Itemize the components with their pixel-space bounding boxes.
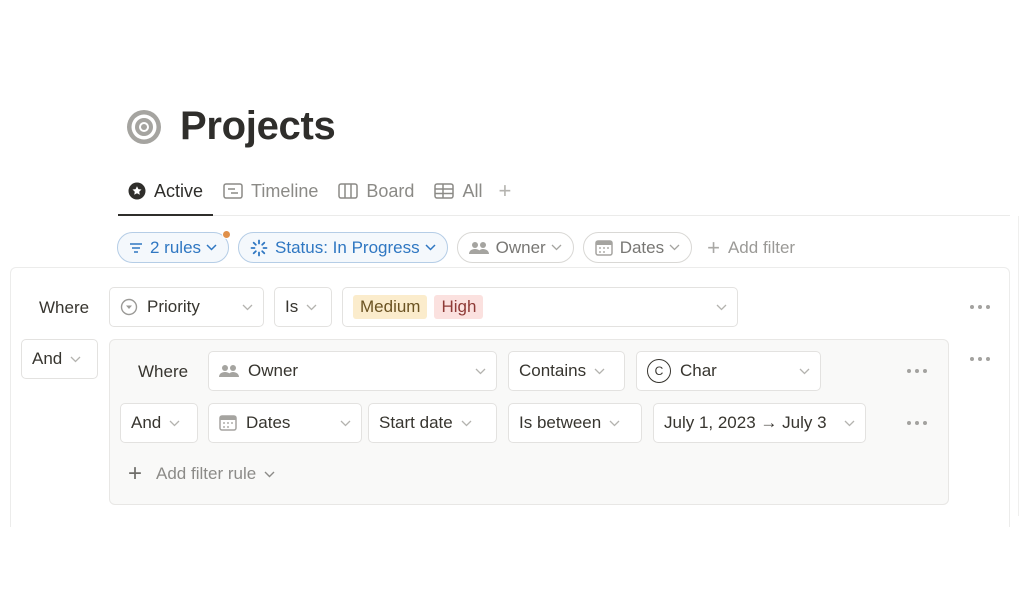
add-filter-button[interactable]: + Add filter bbox=[707, 235, 795, 261]
tag-high: High bbox=[434, 295, 484, 319]
operator-select[interactable]: Is bbox=[274, 287, 332, 327]
calendar-icon bbox=[594, 239, 613, 256]
add-filter-rule-button[interactable]: + Add filter rule bbox=[128, 462, 275, 486]
panel-divider bbox=[1018, 216, 1019, 516]
plus-icon: + bbox=[707, 234, 720, 260]
contains-operator-select[interactable]: Contains bbox=[508, 351, 625, 391]
conjunction-label: And bbox=[131, 413, 162, 432]
property-label: Priority bbox=[147, 297, 200, 316]
priority-values-select[interactable]: Medium High bbox=[342, 287, 738, 327]
dates-property-select[interactable]: Dates bbox=[208, 403, 362, 443]
chevron-down-icon bbox=[799, 368, 810, 375]
filter-lines-icon bbox=[129, 242, 143, 254]
property-label: Dates bbox=[246, 413, 291, 432]
table-icon bbox=[434, 183, 455, 199]
page-header: Projects bbox=[125, 104, 336, 149]
avatar: C bbox=[647, 359, 671, 383]
chip-label: 2 rules bbox=[150, 237, 202, 257]
operator-label: Contains bbox=[519, 361, 587, 380]
dates-chip[interactable]: Dates bbox=[582, 232, 693, 263]
date-range-label: July 1, 2023 → July 3 bbox=[664, 413, 827, 432]
group-more-button[interactable] bbox=[967, 351, 993, 367]
value-label: Char bbox=[680, 361, 717, 380]
board-icon bbox=[338, 183, 359, 199]
timeline-icon bbox=[223, 183, 243, 199]
chevron-down-icon bbox=[306, 304, 317, 311]
chip-label: Dates bbox=[619, 237, 665, 257]
tag-medium: Medium bbox=[353, 295, 428, 319]
chevron-down-icon bbox=[609, 420, 620, 427]
chevron-down-icon bbox=[425, 244, 436, 251]
tab-timeline[interactable]: Timeline bbox=[213, 172, 328, 210]
tab-board[interactable]: Board bbox=[328, 172, 424, 210]
where-label: Where bbox=[39, 298, 90, 317]
chevron-down-icon bbox=[169, 420, 180, 427]
rule-more-button[interactable] bbox=[967, 299, 993, 315]
conjunction-label: And bbox=[32, 349, 63, 368]
property-label: Owner bbox=[248, 361, 299, 380]
chevron-down-icon bbox=[264, 471, 275, 478]
owner-value-select[interactable]: C Char bbox=[636, 351, 821, 391]
tab-label: Timeline bbox=[251, 180, 319, 201]
rule-more-button[interactable] bbox=[904, 363, 930, 379]
conjunction-select[interactable]: And bbox=[21, 339, 98, 379]
chevron-down-icon bbox=[242, 304, 253, 311]
tab-all[interactable]: All bbox=[424, 172, 492, 210]
chevron-down-icon bbox=[594, 368, 605, 375]
chip-label: Owner bbox=[495, 237, 546, 257]
tab-label: Active bbox=[154, 180, 204, 201]
star-circle-icon bbox=[128, 182, 146, 200]
select-property-icon bbox=[120, 298, 138, 316]
subproperty-label: Start date bbox=[379, 413, 453, 432]
chevron-down-icon bbox=[70, 356, 81, 363]
filter-bar: 2 rules Status: In Progress Owner Dates … bbox=[117, 230, 795, 263]
filter-group: Where Owner Contains C Char And Dates St… bbox=[109, 339, 949, 505]
chevron-down-icon bbox=[844, 420, 855, 427]
tab-label: Board bbox=[366, 180, 415, 201]
calendar-icon bbox=[219, 415, 237, 431]
add-view-button[interactable]: + bbox=[492, 172, 517, 210]
priority-property-select[interactable]: Priority bbox=[109, 287, 264, 327]
start-date-select[interactable]: Start date bbox=[368, 403, 497, 443]
chevron-down-icon bbox=[551, 244, 562, 251]
add-rule-label: Add filter rule bbox=[156, 464, 257, 483]
advanced-filter-panel: Where Priority Is Medium High And Where bbox=[10, 267, 1010, 527]
status-chip[interactable]: Status: In Progress bbox=[238, 232, 448, 263]
chevron-down-icon bbox=[716, 304, 727, 311]
operator-label: Is between bbox=[519, 413, 602, 432]
chevron-down-icon bbox=[461, 420, 472, 427]
target-icon[interactable] bbox=[125, 108, 163, 146]
tab-active[interactable]: Active bbox=[118, 172, 214, 216]
owner-property-select[interactable]: Owner bbox=[208, 351, 497, 391]
chevron-down-icon bbox=[340, 420, 351, 427]
is-between-operator-select[interactable]: Is between bbox=[508, 403, 642, 443]
chevron-down-icon bbox=[206, 244, 217, 251]
tab-label: All bbox=[462, 180, 483, 201]
where-label: Where bbox=[138, 362, 189, 381]
people-icon bbox=[219, 364, 239, 378]
add-filter-label: Add filter bbox=[727, 237, 796, 257]
chevron-down-icon bbox=[669, 244, 680, 251]
people-icon bbox=[468, 241, 489, 255]
owner-chip[interactable]: Owner bbox=[456, 232, 574, 263]
rules-chip[interactable]: 2 rules bbox=[117, 230, 232, 263]
view-tabs: Active Timeline Board All + bbox=[118, 172, 1010, 216]
in-progress-icon bbox=[250, 239, 268, 257]
date-range-value[interactable]: July 1, 2023 → July 3 bbox=[653, 403, 866, 443]
operator-label: Is bbox=[285, 297, 299, 316]
plus-icon: + bbox=[128, 460, 143, 487]
group-conjunction-select[interactable]: And bbox=[120, 403, 198, 443]
chevron-down-icon bbox=[475, 368, 486, 375]
chip-label: Status: In Progress bbox=[275, 237, 420, 257]
rule-more-button[interactable] bbox=[904, 415, 930, 431]
page-title: Projects bbox=[180, 104, 336, 148]
notification-badge bbox=[222, 230, 232, 239]
